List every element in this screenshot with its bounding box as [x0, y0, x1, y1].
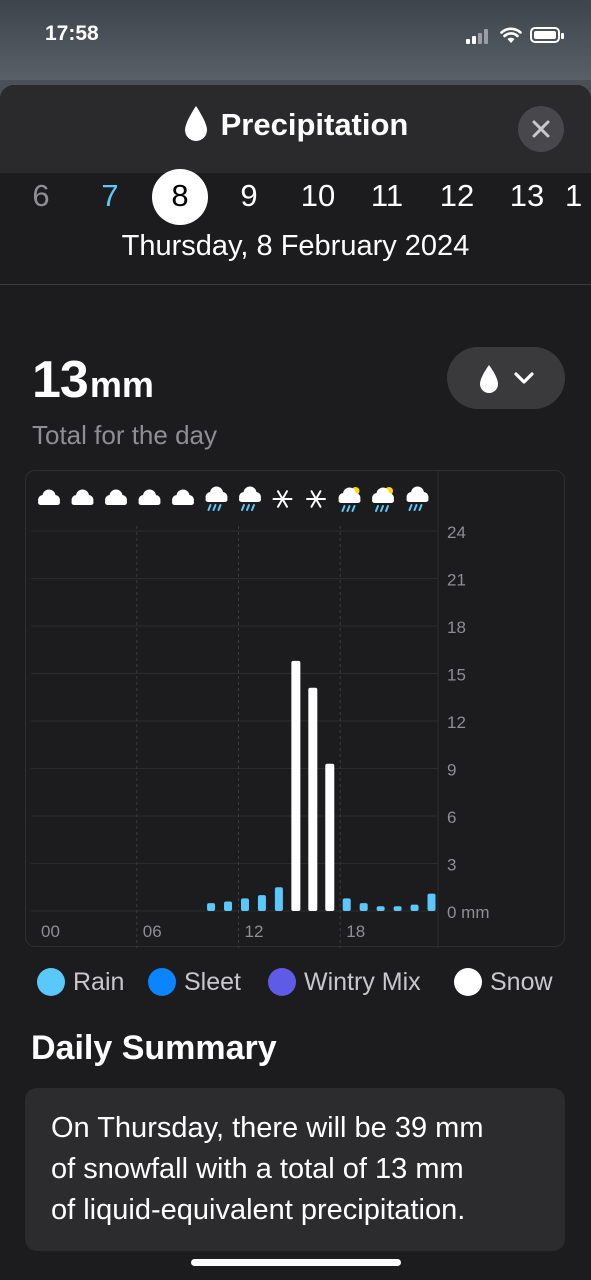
day-11[interactable]: 11	[359, 173, 415, 223]
total-unit: mm	[89, 364, 154, 405]
legend-item-wintry-mix: Wintry Mix	[268, 965, 421, 999]
legend-dot-sleet	[148, 968, 176, 996]
status-time: 17:58	[45, 22, 99, 45]
sheet-title: Precipitation	[220, 107, 409, 142]
day-9[interactable]: 9	[221, 173, 277, 223]
y-tick-label: 18	[447, 618, 466, 637]
x-tick-label: 18	[346, 922, 365, 941]
legend-item-snow: Snow	[454, 965, 553, 999]
legend-dot-snow	[454, 968, 482, 996]
cloud-icon	[172, 489, 194, 505]
bar-snow-16	[308, 687, 318, 911]
legend-item-sleet: Sleet	[148, 965, 241, 999]
close-icon	[532, 120, 550, 138]
chart-canvas: 24 21 18 15 12 9 6 3 0 mm 00 06 12 18	[31, 471, 490, 948]
drop-icon	[184, 105, 207, 141]
summary-line: of liquid-equivalent precipitation.	[51, 1194, 466, 1226]
y-tick-label: 9	[447, 761, 456, 780]
day-12[interactable]: 12	[429, 173, 485, 223]
summary-title: Daily Summary	[31, 1029, 277, 1067]
bar-rain-20	[376, 906, 385, 911]
bar-rain-11	[224, 901, 233, 911]
x-tick-label: 12	[245, 922, 264, 941]
cloud-rain-icon	[239, 486, 261, 511]
y-tick-label: 6	[447, 808, 456, 827]
chevron-down-icon	[514, 372, 534, 384]
precipitation-sheet: Precipitation 6 7 8 9 10 11 12 13 1 Thur…	[0, 85, 591, 1280]
bar-snow-15	[291, 660, 301, 911]
metric-selector-button[interactable]	[447, 347, 565, 409]
cloud-icon	[138, 489, 161, 505]
battery-icon	[530, 27, 564, 43]
summary-line: of snowfall with a total of 13 mm	[51, 1153, 464, 1185]
selected-date: Thursday, 8 February 2024	[121, 230, 470, 262]
sun-cloud-rain-icon	[338, 487, 361, 512]
bar-rain-19	[359, 903, 368, 911]
cloud-rain-icon	[406, 486, 429, 511]
day-10[interactable]: 10	[290, 173, 346, 223]
bar-rain-14	[274, 887, 283, 911]
day-6[interactable]: 6	[13, 173, 69, 223]
x-tick-label: 00	[41, 922, 60, 941]
summary-line: On Thursday, there will be 39 mm	[51, 1112, 484, 1144]
precipitation-chart: 24 21 18 15 12 9 6 3 0 mm 00 06 12 18	[25, 470, 565, 948]
y-tick-label: 3	[447, 856, 456, 875]
snowflake-icon	[272, 490, 293, 508]
divider	[0, 284, 591, 285]
total-amount: 13mm	[32, 350, 154, 410]
total-value: 13	[32, 351, 89, 409]
cloud-icon	[38, 489, 60, 505]
chart-legend: Rain Sleet Wintry Mix Snow	[0, 965, 591, 999]
day-8-selected[interactable]: 8	[152, 169, 208, 225]
sheet-header: Precipitation	[0, 85, 591, 173]
cloud-icon	[105, 489, 127, 505]
day-7[interactable]: 7	[82, 173, 138, 223]
bar-rain-21	[393, 906, 402, 911]
status-bar: 17:58	[0, 0, 591, 80]
y-tick-label: 12	[447, 713, 466, 732]
bar-rain-18	[342, 898, 351, 911]
summary-box: On Thursday, there will be 39 mm of snow…	[25, 1088, 565, 1251]
close-button[interactable]	[518, 106, 564, 152]
y-tick-label: 24	[447, 523, 466, 542]
legend-dot-rain	[37, 968, 65, 996]
bar-rain-10	[207, 903, 216, 911]
day-14-partial[interactable]: 1	[565, 173, 591, 223]
wifi-icon	[500, 27, 522, 43]
day-picker: 6 7 8 9 10 11 12 13 1	[0, 169, 591, 225]
bar-rain-22	[410, 904, 419, 911]
cloud-rain-icon	[205, 486, 228, 511]
cellular-signal-icon	[466, 28, 492, 44]
bar-rain-12	[240, 898, 249, 911]
sun-cloud-rain-icon	[372, 487, 394, 512]
y-tick-label: 15	[447, 666, 466, 685]
bar-snow-17	[325, 763, 335, 911]
drop-icon	[480, 365, 498, 393]
snowflake-icon	[306, 490, 326, 508]
legend-dot-wintry-mix	[268, 968, 296, 996]
day-13[interactable]: 13	[499, 173, 555, 223]
home-indicator	[191, 1259, 401, 1266]
x-tick-label: 06	[143, 922, 162, 941]
bar-rain-23	[427, 893, 436, 911]
y-tick-label: 21	[447, 571, 466, 590]
legend-item-rain: Rain	[37, 965, 124, 999]
bar-rain-13	[257, 895, 266, 911]
cloud-icon	[71, 489, 94, 505]
total-label: Total for the day	[32, 420, 217, 450]
y-tick-label: 0 mm	[447, 903, 490, 922]
